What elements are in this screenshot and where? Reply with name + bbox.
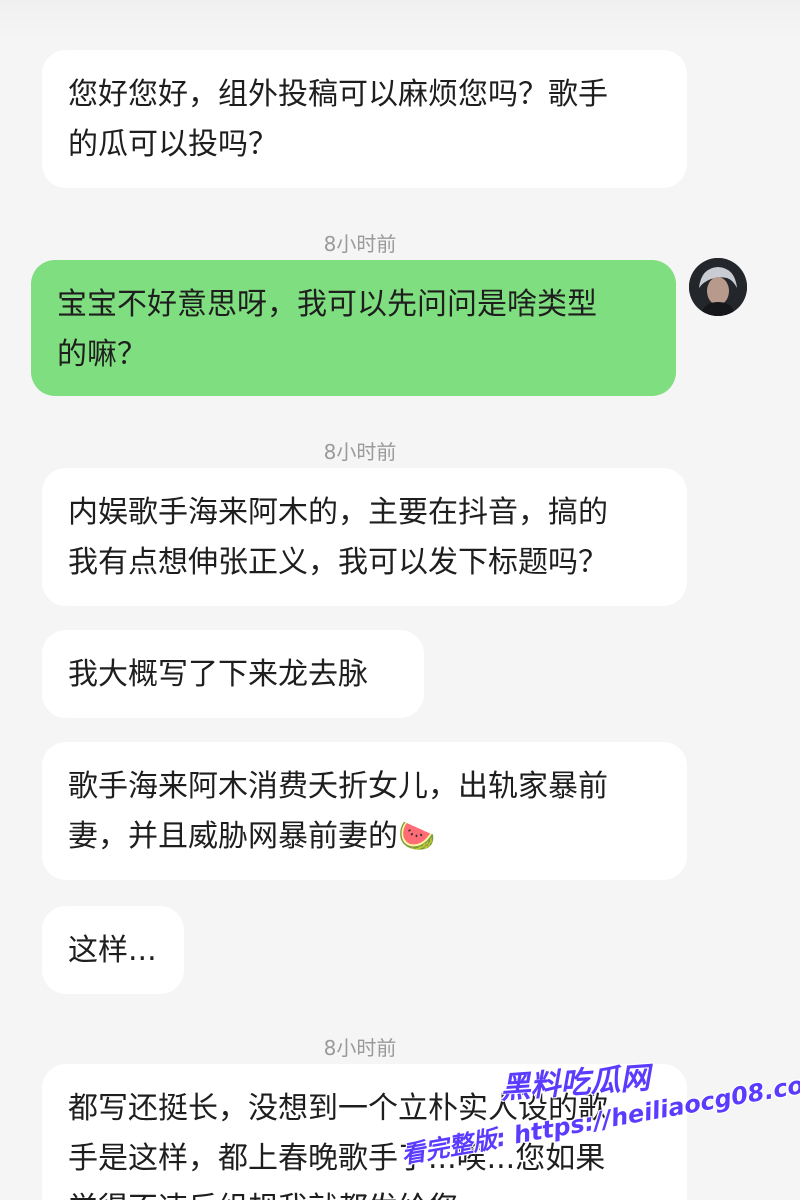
user-avatar[interactable] xyxy=(689,258,747,316)
message-timestamp: 8小时前 xyxy=(323,1036,397,1060)
message-bubble-incoming[interactable]: 歌手海来阿木消费夭折女儿，出轨家暴前 妻，并且威胁网暴前妻的🍉 xyxy=(42,742,687,880)
message-bubble-incoming[interactable]: 我大概写了下来龙去脉 xyxy=(42,630,424,718)
message-bubble-incoming[interactable]: 您好您好，组外投稿可以麻烦您吗？歌手 的瓜可以投吗？ xyxy=(42,50,687,188)
message-timestamp: 8小时前 xyxy=(323,440,397,464)
message-bubble-incoming[interactable]: 内娱歌手海来阿木的，主要在抖音，搞的 我有点想伸张正义，我可以发下标题吗？ xyxy=(42,468,687,606)
message-bubble-outgoing[interactable]: 宝宝不好意思呀，我可以先问问是啥类型 的嘛？ xyxy=(31,260,676,396)
avatar-photo-icon xyxy=(689,258,747,316)
message-bubble-incoming[interactable]: 都写还挺长，没想到一个立朴实人设的歌 手是这样，都上春晚歌手了...唉...您如… xyxy=(42,1064,687,1200)
chat-thread[interactable]: 您好您好，组外投稿可以麻烦您吗？歌手 的瓜可以投吗？ 8小时前 宝宝不好意思呀，… xyxy=(0,0,800,1200)
top-fade xyxy=(0,0,800,40)
message-bubble-incoming[interactable]: 这样... xyxy=(42,906,184,994)
message-timestamp: 8小时前 xyxy=(323,232,397,256)
